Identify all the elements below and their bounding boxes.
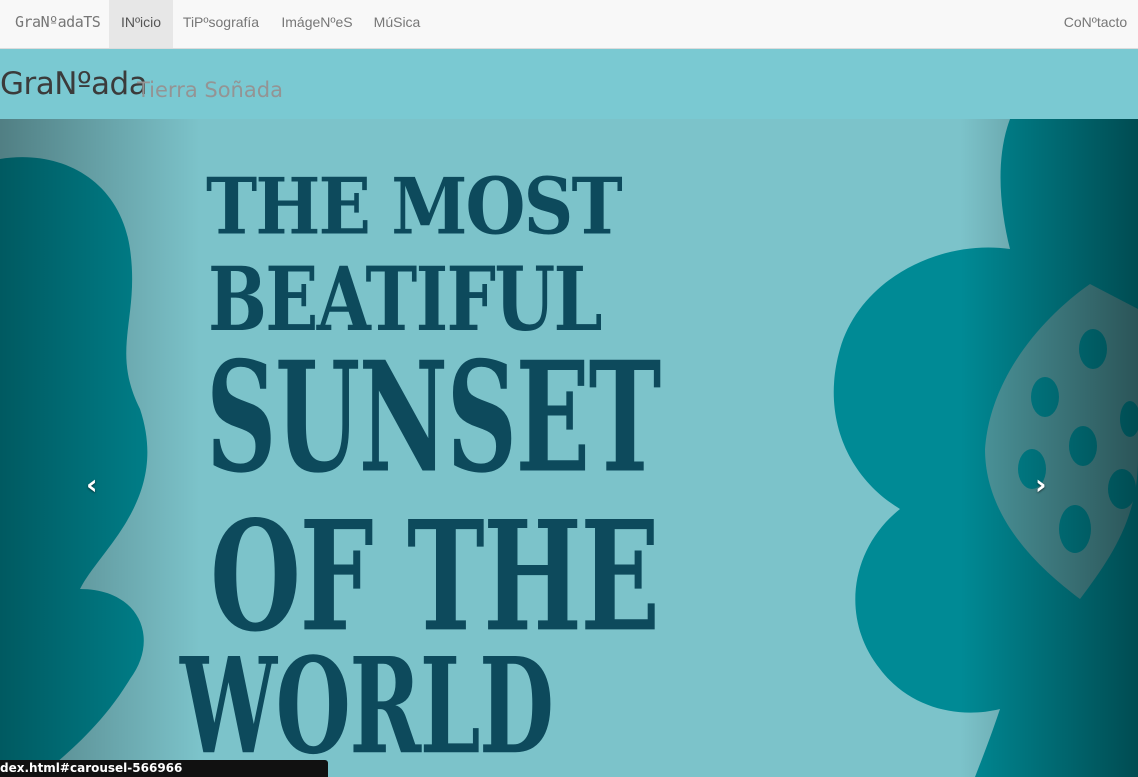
brand-link[interactable]: GraNºadaTS bbox=[15, 13, 101, 31]
browser-status-bar: dex.html#carousel-566966 bbox=[0, 760, 328, 777]
poster-line-5: WORLD bbox=[180, 629, 554, 777]
nav-item-imagenes[interactable]: ImágeNºeS bbox=[269, 0, 365, 48]
carousel: THE MOST BEATIFUL SUNSET OF THE WORLD ‹ … bbox=[0, 119, 1138, 777]
nav-item-tipografia[interactable]: TiPºsografía bbox=[173, 0, 269, 48]
nav-item-inicio[interactable]: INºicio bbox=[109, 0, 173, 48]
nav-item-musica[interactable]: MúSica bbox=[365, 0, 429, 48]
page-subtitle: Tierra Soñada bbox=[137, 78, 283, 102]
poster-line-3: SUNSET bbox=[206, 329, 661, 508]
chevron-right-icon[interactable]: › bbox=[1035, 468, 1047, 501]
navbar: GraNºadaTS INºicio TiPºsografía ImágeNºe… bbox=[0, 0, 1138, 49]
page-title: GraNºada bbox=[0, 66, 148, 102]
chevron-left-icon[interactable]: ‹ bbox=[86, 468, 98, 501]
poster-line-1: THE MOST bbox=[206, 162, 623, 253]
nav-item-contacto[interactable]: CoNºtacto bbox=[1058, 0, 1133, 48]
